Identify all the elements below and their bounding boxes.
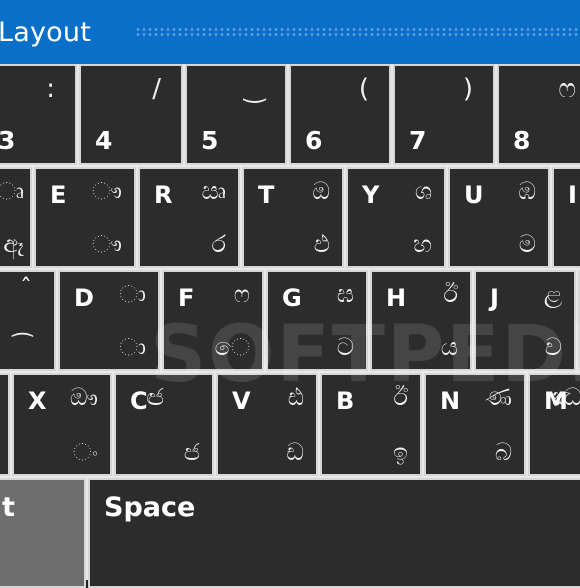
key-lower-char: ං: [72, 438, 98, 466]
key-letter: R: [154, 181, 173, 209]
key-n[interactable]: N ණ බ: [424, 373, 526, 476]
key-upper-char: ඝ: [336, 280, 354, 308]
title-bar: Layout: [0, 0, 580, 64]
key-g[interactable]: G ඝ ට: [266, 270, 368, 371]
key-f[interactable]: F ෆ ෙ: [162, 270, 264, 371]
key-i[interactable]: I: [552, 167, 580, 268]
window-title: Layout: [0, 16, 91, 48]
key-upper-char: ණ: [485, 383, 512, 411]
key-letter: U: [464, 181, 484, 209]
key-d[interactable]: D ා ා: [58, 270, 160, 371]
key-symbol: ‿: [244, 74, 265, 104]
title-bar-texture: [135, 27, 580, 37]
key-lower-char: හ: [413, 230, 432, 258]
key-upper-char: ˆ: [20, 274, 32, 302]
key-lower-char: ව: [544, 333, 562, 361]
key-upper-char: ෘ: [0, 177, 24, 205]
key-digit: 6: [305, 126, 323, 155]
key-digit: 7: [409, 126, 427, 155]
key-y[interactable]: Y ශ හ: [346, 167, 446, 268]
key-letter: D: [74, 284, 94, 312]
shift-key[interactable]: t: [0, 478, 86, 588]
key-lower-char: ඉ: [392, 438, 408, 466]
key-upper-char: ඣ: [552, 383, 580, 411]
keyboard: : 3 / 4 ‿ 5 ( 6 ) 7 ෆ 8 ෘ ඈ E ෟ ෟ R ඍ ර …: [0, 64, 580, 588]
key-letter: N: [440, 387, 461, 415]
key-upper-char: ඍ: [201, 177, 226, 205]
key-letter: J: [490, 284, 499, 312]
key-r[interactable]: R ඍ ර: [138, 167, 240, 268]
space-key[interactable]: Space: [88, 478, 580, 588]
key-lower-char: ා: [119, 333, 146, 361]
space-key-label: Space: [104, 492, 196, 523]
key-upper-char: ඔ: [312, 177, 330, 205]
key-lower-char: ෙ: [214, 333, 250, 361]
key-v[interactable]: V ඪ ඩ: [216, 373, 318, 476]
key-lower-char: බ: [494, 438, 512, 466]
key-letter: T: [258, 181, 275, 209]
key-digit: 8: [513, 126, 531, 155]
key-letter: B: [336, 387, 355, 415]
key-upper-char: ඊ: [393, 383, 408, 411]
key-5[interactable]: ‿ 5: [185, 64, 287, 165]
key-symbol: :: [46, 74, 55, 104]
key-upper-char: ඊ: [443, 280, 458, 308]
key-w[interactable]: ෘ ඈ: [0, 167, 32, 268]
key-8[interactable]: ෆ 8: [497, 64, 580, 165]
key-upper-char: ඹ: [518, 177, 536, 205]
key-7[interactable]: ) 7: [393, 64, 495, 165]
key-x[interactable]: X ඖ ං: [12, 373, 112, 476]
key-symbol: ): [462, 74, 473, 104]
key-upper-char: ඖ: [69, 383, 98, 411]
key-lower-char: ඵ: [313, 230, 330, 258]
key-letter: I: [568, 181, 577, 209]
key-lower-char: ජ: [183, 438, 200, 466]
key-lower-char: ⁀: [12, 333, 32, 361]
key-symbol: /: [152, 74, 161, 104]
key-lower-char: ට: [336, 333, 354, 361]
key-letter: Y: [362, 181, 380, 209]
key-letter: G: [282, 284, 302, 312]
key-symbol: (: [358, 74, 369, 104]
key-m[interactable]: M ඣ: [528, 373, 580, 476]
key-letter: C: [130, 387, 148, 415]
key-c[interactable]: C ඦ ජ: [114, 373, 214, 476]
key-6[interactable]: ( 6: [289, 64, 391, 165]
key-letter: H: [386, 284, 407, 312]
key-b[interactable]: B ඊ ඉ: [320, 373, 422, 476]
key-3[interactable]: : 3: [0, 64, 77, 165]
key-upper-char: ඪ: [287, 383, 304, 411]
key-h[interactable]: H ඊ ය: [370, 270, 472, 371]
key-upper-char: ෟ: [91, 177, 122, 205]
key-s[interactable]: ˆ ⁀: [0, 270, 56, 371]
key-z[interactable]: [0, 373, 10, 476]
key-letter: V: [232, 387, 251, 415]
key-lower-char: ම: [518, 230, 536, 258]
key-lower-char: ඈ: [3, 230, 24, 258]
key-lower-char: ය: [440, 333, 458, 361]
key-upper-char: ශ: [414, 177, 432, 205]
key-letter: X: [28, 387, 47, 415]
shift-key-label: t: [2, 492, 15, 523]
key-u[interactable]: U ඹ ම: [448, 167, 550, 268]
key-t[interactable]: T ඔ ඵ: [242, 167, 344, 268]
key-j[interactable]: J ළ ව: [474, 270, 576, 371]
key-symbol: ෆ: [558, 74, 576, 104]
key-lower-char: ෟ: [91, 230, 122, 258]
key-digit: 4: [95, 126, 113, 155]
key-digit: 5: [201, 126, 219, 155]
key-lower-char: ර: [211, 230, 227, 258]
key-upper-char: ළ: [543, 280, 562, 308]
key-upper-char: ා: [119, 280, 146, 308]
key-digit: 3: [0, 126, 16, 155]
key-e[interactable]: E ෟ ෟ: [34, 167, 136, 268]
key-letter: F: [178, 284, 195, 312]
key-upper-char: ෆ: [233, 280, 250, 308]
key-4[interactable]: / 4: [79, 64, 183, 165]
key-lower-char: ඩ: [286, 438, 304, 466]
key-upper-char: ඦ: [146, 383, 164, 411]
key-letter: E: [50, 181, 67, 209]
